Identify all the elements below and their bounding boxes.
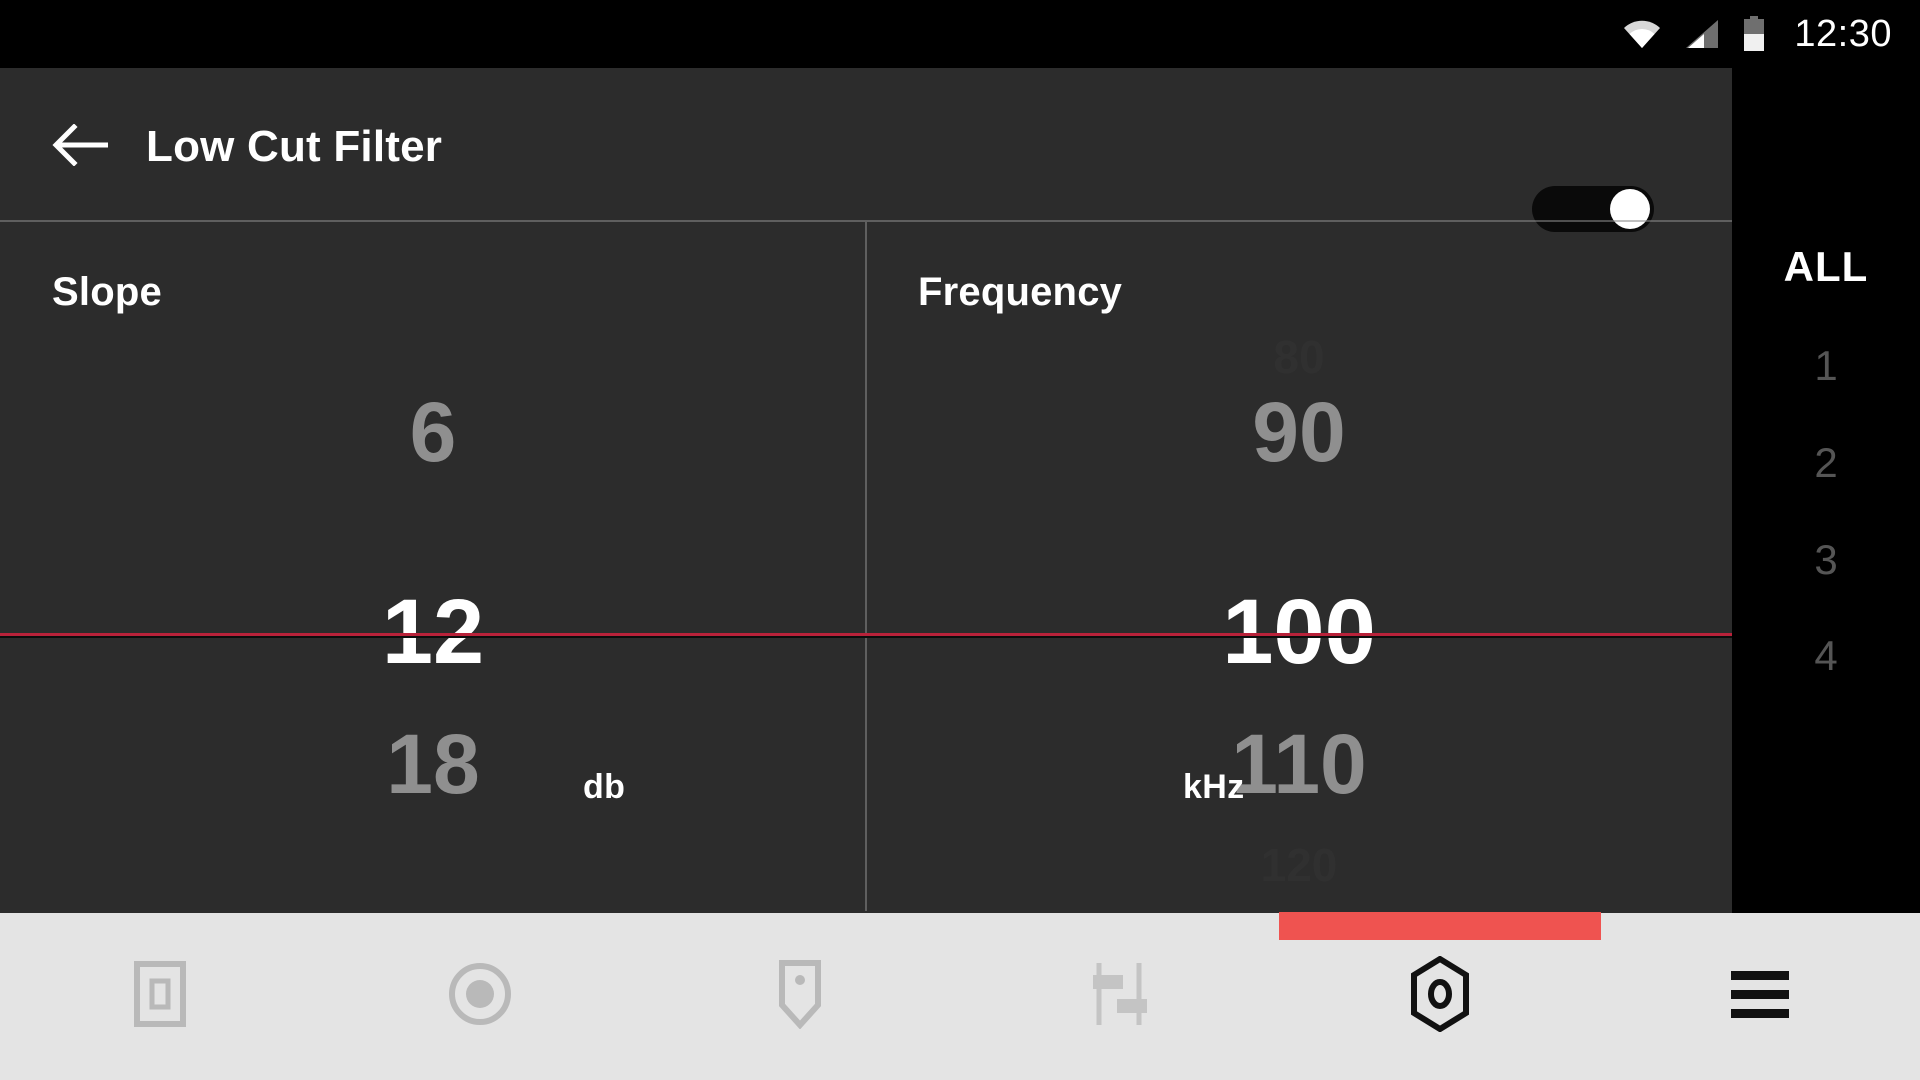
rail-item-3[interactable]: 3 (1732, 539, 1920, 581)
selection-indicator-shadow (0, 636, 1732, 638)
app-bar: Low Cut Filter (0, 68, 1732, 232)
wheel-column-frequency[interactable]: Frequency 80 90 100 110 120 kHz (866, 222, 1732, 913)
nav-item-tag[interactable] (640, 913, 960, 1080)
wheel-value-selected[interactable]: 100 (866, 586, 1732, 678)
page-title: Low Cut Filter (146, 122, 443, 171)
wheel-value-above[interactable]: 90 (866, 390, 1732, 474)
status-clock: 12:30 (1794, 13, 1892, 55)
nav-item-faders[interactable] (960, 913, 1280, 1080)
nav-item-record[interactable] (320, 913, 640, 1080)
wheel-value-below[interactable]: 18 (0, 722, 866, 806)
column-divider (865, 222, 867, 911)
battery-icon (1742, 16, 1766, 52)
rail-item-1[interactable]: 1 (1732, 345, 1920, 387)
wifi-icon (1622, 18, 1662, 50)
nav-item-menu[interactable] (1600, 913, 1920, 1080)
wheel-value-ghost-top: 80 (1273, 331, 1325, 383)
hex-settings-icon (1409, 955, 1471, 1037)
wheel-unit-slope: db (583, 768, 626, 806)
rail-item-all[interactable]: ALL (1732, 246, 1920, 288)
wheel-unit-frequency: kHz (1183, 768, 1245, 806)
rail-item-4[interactable]: 4 (1732, 635, 1920, 677)
wheel-value-above[interactable]: 6 (0, 390, 866, 474)
back-arrow-icon[interactable] (52, 123, 110, 167)
record-circle-icon (447, 961, 513, 1032)
wheel-frequency[interactable]: 80 90 100 110 120 (866, 222, 1732, 913)
nav-item-settings[interactable] (1279, 912, 1601, 1080)
wheel-value-below[interactable]: 110 (866, 722, 1732, 806)
wheel-column-slope[interactable]: Slope 6 12 18 db (0, 222, 866, 913)
rail-item-2[interactable]: 2 (1732, 442, 1920, 484)
tag-marker-icon (776, 959, 824, 1034)
wheel-value-selected[interactable]: 12 (0, 586, 866, 678)
band-selector-rail: ALL 1 2 3 4 (1732, 68, 1920, 913)
screen-frame-icon (134, 961, 186, 1032)
app-panel: Low Cut Filter Slope 6 12 18 db Frequenc… (0, 68, 1732, 913)
cellular-signal-icon (1684, 18, 1720, 50)
nav-active-indicator (1279, 912, 1601, 940)
bottom-nav (0, 912, 1920, 1080)
app-root: 12:30 Low Cut Filter Slope 6 12 18 db Fr… (0, 0, 1920, 1080)
wheel-picker-area: Slope 6 12 18 db Frequency 80 90 100 110 (0, 222, 1732, 913)
status-bar: 12:30 (0, 0, 1920, 68)
wheel-slope[interactable]: 6 12 18 (0, 222, 866, 913)
nav-item-screen[interactable] (0, 913, 320, 1080)
hamburger-menu-icon (1729, 968, 1791, 1025)
wheel-value-ghost-bottom: 120 (1260, 839, 1338, 891)
faders-icon (1089, 961, 1151, 1032)
